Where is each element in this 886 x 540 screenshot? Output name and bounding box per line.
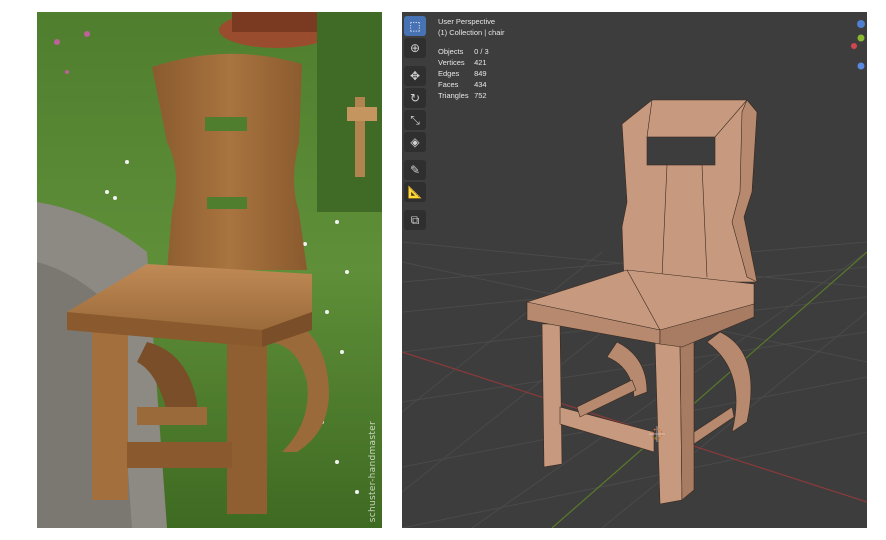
scale-icon[interactable]: ⤡ [404, 110, 426, 130]
collection-label: (1) Collection | chair [438, 28, 505, 37]
add-cube-icon[interactable]: ⧉ [404, 210, 426, 230]
stat-vertices: Vertices 421 [438, 58, 487, 67]
tool-shelf: ⬚ ⊕ ✥ ↻ ⤡ ◈ ✎ 📐 ⧉ [404, 16, 428, 232]
rotate-icon[interactable]: ↻ [404, 88, 426, 108]
navigation-gizmo-icon[interactable] [851, 16, 865, 72]
3d-viewport[interactable]: ⬚ ⊕ ✥ ↻ ⤡ ◈ ✎ 📐 ⧉ User Perspective (1) C… [402, 12, 867, 528]
stat-edges: Edges 849 [438, 69, 487, 78]
photo-watermark: schuster-handmaster [368, 420, 378, 522]
measure-icon[interactable]: 📐 [404, 182, 426, 202]
cursor-icon[interactable]: ⊕ [404, 38, 426, 58]
viewport-overlay: User Perspective (1) Collection | chair … [438, 16, 505, 101]
stat-faces: Faces 434 [438, 80, 487, 89]
stat-triangles: Triangles 752 [438, 91, 487, 100]
view-name: User Perspective [438, 17, 496, 26]
chair-photo: schuster-handmaster [37, 12, 382, 528]
annotate-icon[interactable]: ✎ [404, 160, 426, 180]
move-icon[interactable]: ✥ [404, 66, 426, 86]
transform-icon[interactable]: ◈ [404, 132, 426, 152]
stat-objects: Objects 0 / 3 [438, 47, 489, 56]
select-box-icon[interactable]: ⬚ [404, 16, 426, 36]
scene-statistics: Objects 0 / 3 Vertices 421 Edges 849 Fac… [438, 46, 505, 101]
